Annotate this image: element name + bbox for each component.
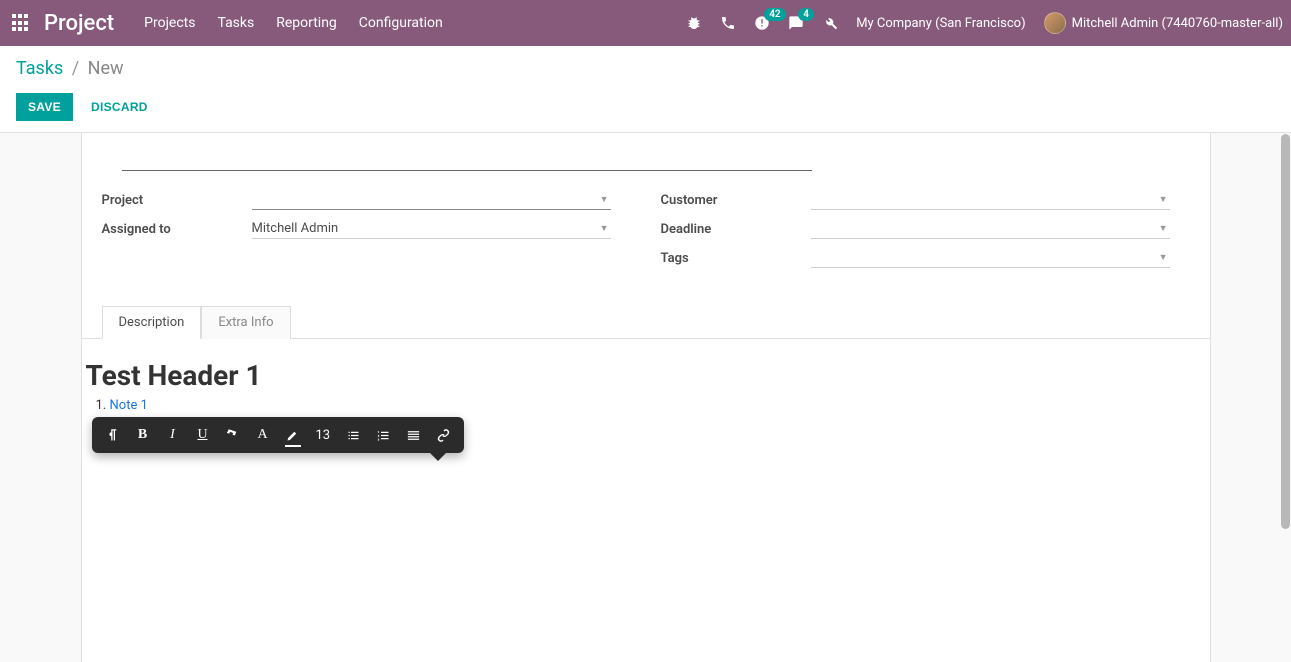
- avatar-icon: [1044, 12, 1066, 34]
- chevron-down-icon: ▼: [600, 223, 609, 234]
- company-switcher[interactable]: My Company (San Francisco): [856, 16, 1025, 31]
- tab-extra-info[interactable]: Extra Info: [201, 306, 290, 339]
- field-deadline[interactable]: ▼: [811, 219, 1170, 239]
- label-deadline: Deadline: [661, 222, 811, 237]
- align-icon[interactable]: [398, 417, 428, 453]
- messages-icon[interactable]: 4: [788, 15, 804, 31]
- label-assigned-to: Assigned to: [102, 222, 252, 237]
- ordered-list-icon[interactable]: [368, 417, 398, 453]
- breadcrumb-current: New: [88, 58, 124, 79]
- phone-icon[interactable]: [720, 15, 736, 31]
- chevron-down-icon: ▼: [1159, 252, 1168, 263]
- label-customer: Customer: [661, 193, 811, 208]
- save-button[interactable]: SAVE: [16, 93, 73, 121]
- field-assigned-to[interactable]: Mitchell Admin ▼: [252, 219, 611, 239]
- editor-heading[interactable]: Test Header 1: [86, 359, 1210, 392]
- field-tags[interactable]: ▼: [811, 248, 1170, 268]
- underline-icon[interactable]: U: [188, 417, 218, 453]
- bold-icon[interactable]: B: [128, 417, 158, 453]
- chevron-down-icon: ▼: [1159, 223, 1168, 234]
- task-title-input[interactable]: [122, 141, 812, 171]
- discard-button[interactable]: DISCARD: [85, 99, 154, 115]
- font-size-selector[interactable]: 13: [308, 428, 339, 443]
- menu-tasks[interactable]: Tasks: [217, 15, 254, 31]
- field-project[interactable]: ▼: [252, 190, 611, 210]
- menu-reporting[interactable]: Reporting: [276, 15, 337, 31]
- link-icon[interactable]: [428, 417, 458, 453]
- main-navbar: Project Projects Tasks Reporting Configu…: [0, 0, 1291, 46]
- tab-description[interactable]: Description: [102, 306, 202, 339]
- app-brand[interactable]: Project: [44, 11, 114, 36]
- messages-badge: 4: [798, 8, 814, 21]
- menu-projects[interactable]: Projects: [144, 15, 195, 31]
- bug-icon[interactable]: [686, 15, 702, 31]
- main-menu: Projects Tasks Reporting Configuration: [144, 15, 443, 31]
- editor-link[interactable]: Note 1: [110, 398, 148, 413]
- chevron-down-icon: ▼: [1159, 194, 1168, 205]
- apps-menu-icon[interactable]: [12, 14, 30, 32]
- field-customer[interactable]: ▼: [811, 190, 1170, 210]
- italic-icon[interactable]: I: [158, 417, 188, 453]
- field-assigned-to-value: Mitchell Admin: [252, 221, 339, 236]
- user-menu[interactable]: Mitchell Admin (7440760-master-all): [1044, 12, 1283, 34]
- breadcrumb: Tasks / New: [16, 58, 1275, 79]
- breadcrumb-tasks[interactable]: Tasks: [16, 58, 63, 79]
- tools-icon[interactable]: [822, 15, 838, 31]
- activity-icon[interactable]: 42: [754, 15, 770, 31]
- toolbar-pointer-icon: [430, 453, 446, 461]
- list-item[interactable]: Note 1: [110, 398, 1210, 413]
- paragraph-style-icon[interactable]: [98, 417, 128, 453]
- label-tags: Tags: [661, 251, 811, 266]
- chevron-down-icon: ▼: [600, 194, 609, 205]
- font-color-icon[interactable]: A: [248, 417, 278, 453]
- activity-badge: 42: [764, 8, 785, 21]
- form-sheet: Project ▼ Assigned to Mitchell Admin ▼: [81, 133, 1211, 662]
- label-project: Project: [102, 193, 252, 208]
- highlight-color-icon[interactable]: [278, 417, 308, 453]
- vertical-scrollbar[interactable]: [1276, 46, 1291, 662]
- description-editor[interactable]: Test Header 1 Note 1 B I U A 13: [82, 339, 1210, 413]
- user-name: Mitchell Admin (7440760-master-all): [1072, 16, 1283, 31]
- editor-toolbar: B I U A 13: [92, 417, 465, 453]
- menu-configuration[interactable]: Configuration: [359, 15, 443, 31]
- bullet-list-icon[interactable]: [338, 417, 368, 453]
- clear-format-icon[interactable]: [218, 417, 248, 453]
- breadcrumb-sep: /: [72, 58, 79, 79]
- control-bar: Tasks / New SAVE DISCARD: [0, 46, 1291, 133]
